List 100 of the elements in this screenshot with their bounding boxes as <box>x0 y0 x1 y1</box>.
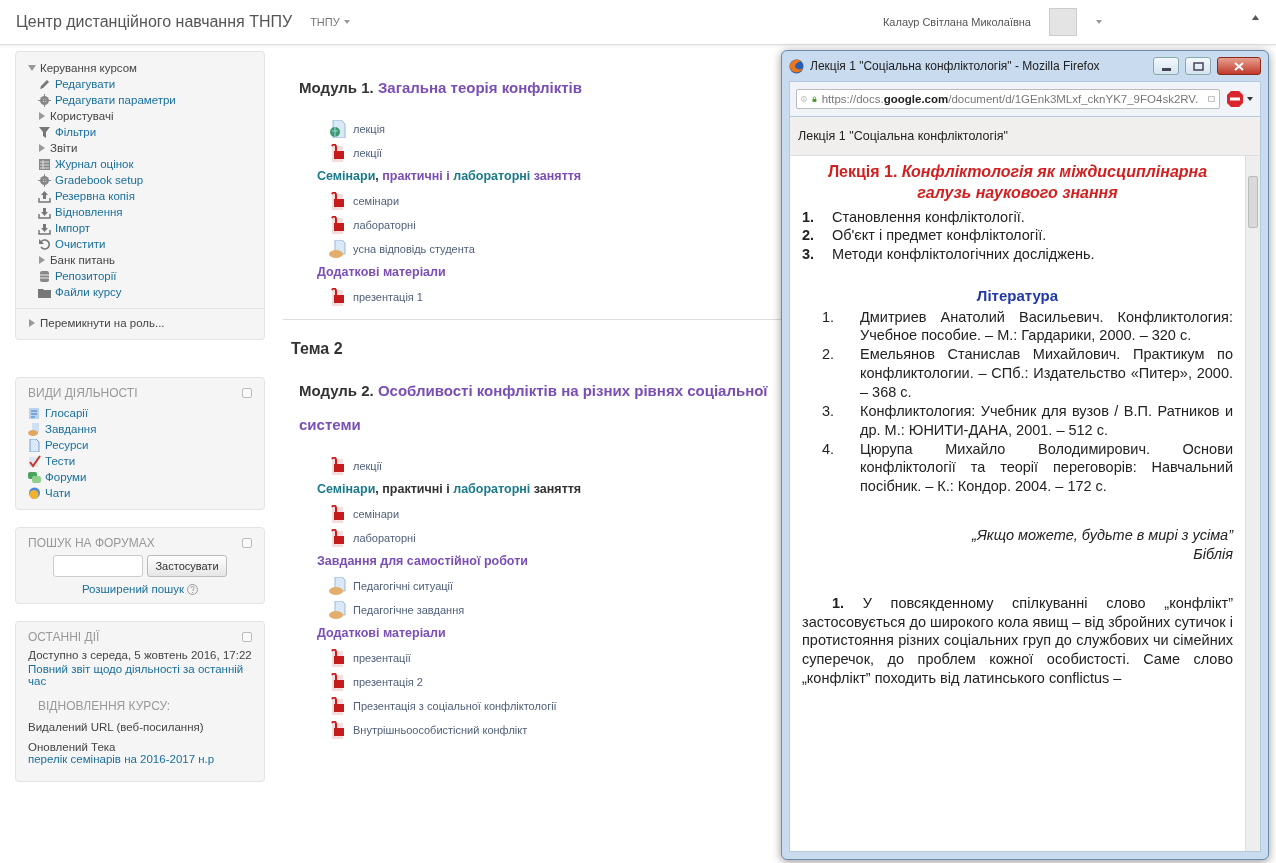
document-list-icon <box>28 406 41 420</box>
speech-bubbles-icon <box>28 470 41 484</box>
block-title: ОСТАННІ ДІЇ <box>28 630 100 644</box>
resource-link[interactable]: Педагогічне завдання <box>353 604 465 616</box>
list-number: 1. <box>802 207 816 227</box>
full-report-link[interactable]: Повний звіт щодо діяльності за останній час <box>28 663 252 687</box>
upload-icon <box>38 189 51 203</box>
block-title[interactable]: Керування курсом <box>40 60 137 76</box>
body-paragraph: 1. У повсякденному спілкуванні слово „конфлікт” застосовується до широкого кола явищ – від збройних сутичок і протистояння різних соціальних груп до службових чи сімейних суперечок, до проблем кожної особистості. Саме слово „конфлікт” походить від латинського conflictus – <box>802 593 1233 688</box>
address-bar[interactable]: https://docs.google.com/document/d/1GEnk3MLxf_cknYK7_9FO4sk2RV. <box>796 89 1220 109</box>
menu-branch[interactable]: Користувачі <box>50 108 114 124</box>
apply-button[interactable]: Застосувати <box>147 555 227 577</box>
collapsed-triangle-icon[interactable] <box>38 144 46 152</box>
site-name[interactable]: Центр дистанційного навчання ТНПУ <box>16 13 293 31</box>
resource-link[interactable]: семінари <box>353 195 400 207</box>
pdf-document-icon <box>329 673 347 691</box>
pdf-document-icon <box>329 288 347 306</box>
resource-link[interactable]: презентація 1 <box>353 291 423 303</box>
maximize-icon[interactable] <box>1193 62 1204 71</box>
resource-link[interactable]: Внутрішньоособистісний конфлікт <box>353 724 528 736</box>
activity-link[interactable]: Глосарії <box>45 405 89 421</box>
caret-icon[interactable] <box>342 19 351 25</box>
menu-link[interactable]: Фільтри <box>55 124 97 140</box>
subheading: ВІДНОВЛЕННЯ КУРСУ: <box>38 699 172 713</box>
activity-link[interactable]: Чати <box>45 485 71 501</box>
help-icon[interactable] <box>187 583 199 595</box>
list-number: 2. <box>821 345 836 365</box>
resource-link[interactable]: лабораторні <box>353 219 416 231</box>
menu-link[interactable]: Імпорт <box>55 220 91 236</box>
activity-link[interactable]: Форуми <box>45 469 87 485</box>
hand-document-icon <box>329 240 347 258</box>
collapse-icon[interactable] <box>242 538 252 548</box>
reference-text: Конфликтология: Учебник для вузов / В.П. Ратников и др. М.: ЮНИТИ-ДАНА, 2001. – 512 с. <box>860 401 1233 440</box>
menu-link[interactable]: Журнал оцінок <box>55 156 134 172</box>
menu-link[interactable]: Файли курсу <box>55 284 122 300</box>
menu-link[interactable]: Редагувати <box>55 76 116 92</box>
entry-link[interactable]: перелік семінарів на 2016-2017 н.р <box>28 753 252 765</box>
menu-branch[interactable]: Банк питань <box>50 252 116 268</box>
minimize-button[interactable] <box>1153 57 1179 75</box>
user-name[interactable]: Калаур Світлана Миколаївна <box>882 16 1031 28</box>
info-icon[interactable] <box>801 93 807 105</box>
activity-link[interactable]: Ресурси <box>45 437 89 453</box>
menu-link[interactable]: Відновлення <box>55 204 123 220</box>
resource-link[interactable]: лабораторні <box>353 532 416 544</box>
reader-view-icon[interactable] <box>1208 93 1215 105</box>
menu-link[interactable]: Очистити <box>55 236 106 252</box>
literature-title: Література <box>975 286 1060 306</box>
globe-document-icon <box>329 120 347 138</box>
activity-link[interactable]: Тести <box>45 453 76 469</box>
expanded-triangle-icon[interactable] <box>28 64 36 72</box>
resource-link[interactable]: презентація 2 <box>353 676 423 688</box>
database-icon <box>38 269 51 283</box>
pdf-document-icon <box>329 529 347 547</box>
table-icon <box>38 157 51 171</box>
site-menu[interactable]: ТНПУ <box>310 16 351 28</box>
subsection-label: Додаткові матеріали <box>317 626 447 640</box>
subsection-label: Завдання для самостійної роботи <box>317 554 529 568</box>
outline-item: Об'єкт і предмет конфліктології. <box>832 226 1047 246</box>
collapse-icon[interactable] <box>242 388 252 398</box>
resource-link[interactable]: лекції <box>353 147 383 159</box>
search-field[interactable] <box>53 555 144 577</box>
document-icon <box>28 438 41 452</box>
collapse-icon[interactable] <box>242 632 252 642</box>
close-icon[interactable] <box>1234 62 1244 71</box>
resource-link[interactable]: презентації <box>353 652 411 664</box>
pdf-document-icon <box>329 144 347 162</box>
scrollbar[interactable] <box>1245 156 1260 851</box>
menu-branch[interactable]: Перемикнути на роль... <box>40 315 165 331</box>
adblock-icon[interactable] <box>1226 90 1254 108</box>
collapsed-triangle-icon[interactable] <box>28 319 36 327</box>
reference-text: Цюрупа Михайло Володимирович. Основи конфліктології та теорії переговорів: Навчальний посібник. – К.: Кондор. 2004. – 172 с. <box>860 439 1233 497</box>
menu-link[interactable]: Резервна копія <box>55 188 135 204</box>
menu-link[interactable]: Редагувати параметри <box>55 92 176 108</box>
resource-link[interactable]: лекції <box>353 460 383 472</box>
subsection-label: Додаткові матеріали <box>317 265 447 279</box>
resource-link[interactable]: лекція <box>353 123 386 135</box>
advanced-search-link[interactable]: Розширений пошук <box>81 583 185 595</box>
pdf-document-icon <box>329 721 347 739</box>
resource-link[interactable]: семінари <box>353 508 400 520</box>
menu-branch[interactable]: Звіти <box>50 140 78 156</box>
pdf-document-icon <box>329 457 347 475</box>
activity-link[interactable]: Завдання <box>45 421 97 437</box>
pdf-document-icon <box>329 505 347 523</box>
epigraph-source: Біблія <box>1192 544 1233 564</box>
list-number: 1. <box>821 307 836 327</box>
module-heading: Модуль 2. Особливості конфліктів на різних рівнях соціальної системи <box>299 381 769 435</box>
section-title: Тема 2 <box>291 340 344 358</box>
close-button[interactable] <box>1217 57 1261 75</box>
menu-link[interactable]: Gradebook setup <box>55 172 144 188</box>
resource-link[interactable]: усна відповідь студента <box>353 243 475 255</box>
resource-link[interactable]: Презентація з соціальної конфліктології <box>353 700 557 712</box>
block-title: ВИДИ ДІЯЛЬНОСТІ <box>28 386 138 400</box>
resource-link[interactable]: Педагогічні ситуації <box>353 580 454 592</box>
caret-icon[interactable] <box>1095 19 1103 25</box>
collapsed-triangle-icon[interactable] <box>38 256 46 264</box>
maximize-button[interactable] <box>1185 57 1211 75</box>
collapsed-triangle-icon[interactable] <box>38 112 46 120</box>
circular-arrow-icon <box>38 237 51 251</box>
activity-entry: Оновлений Тека <box>28 741 117 753</box>
menu-link[interactable]: Репозиторії <box>55 268 117 284</box>
